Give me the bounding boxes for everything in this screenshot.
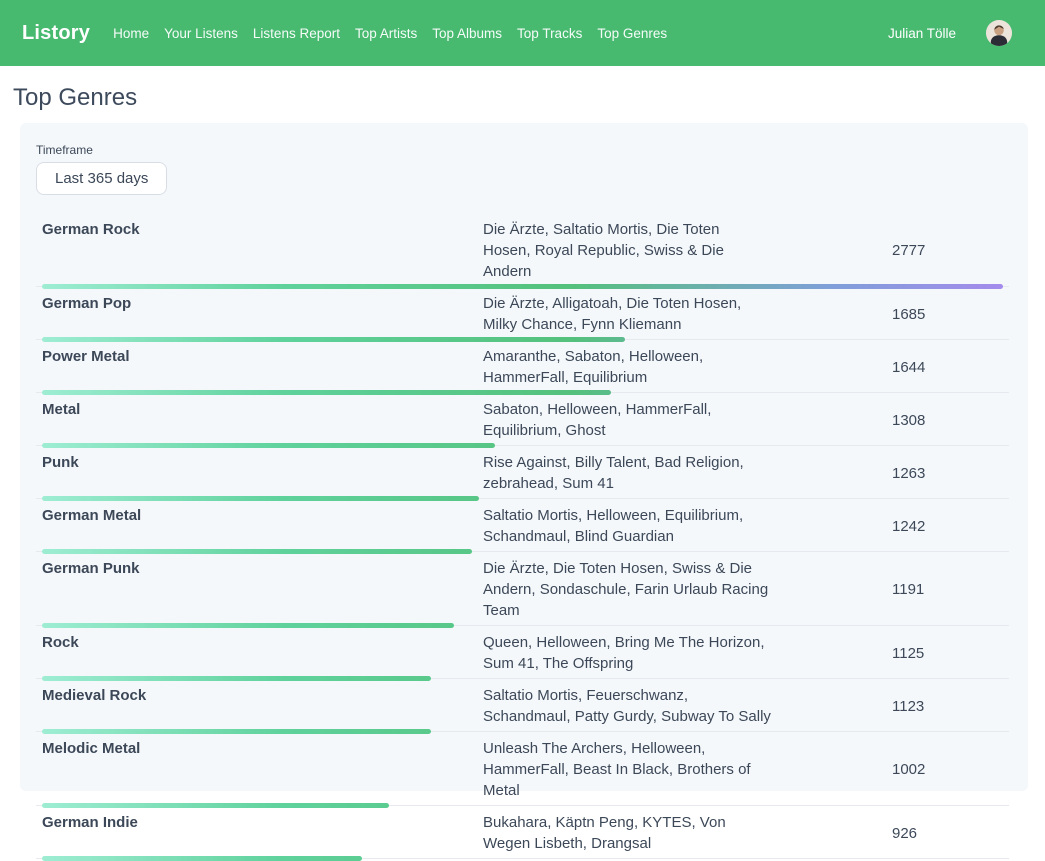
genre-artists: Bukahara, Käptn Peng, KYTES, Von Wegen L…	[483, 812, 775, 854]
genre-artists: Saltatio Mortis, Feuerschwanz, Schandmau…	[483, 685, 775, 727]
nav-item-home[interactable]: Home	[113, 26, 149, 41]
genre-name: Medieval Rock	[42, 685, 483, 727]
genre-count: 926	[775, 825, 1009, 842]
genre-artists: Queen, Helloween, Bring Me The Horizon, …	[483, 632, 775, 674]
nav-item-top-tracks[interactable]: Top Tracks	[517, 26, 582, 41]
genre-artists: Sabaton, Helloween, HammerFall, Equilibr…	[483, 399, 775, 441]
user-menu: Julian Tölle	[888, 20, 1012, 46]
genre-count: 1308	[775, 412, 1009, 429]
table-row: Punk Rise Against, Billy Talent, Bad Rel…	[36, 446, 1009, 499]
table-row: Melodic Metal Unleash The Archers, Hello…	[36, 732, 1009, 806]
genre-artists: Unleash The Archers, Helloween, HammerFa…	[483, 738, 775, 801]
table-row: Rock Queen, Helloween, Bring Me The Hori…	[36, 626, 1009, 679]
table-row: German Rock Die Ärzte, Saltatio Mortis, …	[36, 213, 1009, 287]
genre-count: 1191	[775, 581, 1009, 598]
genre-artists: Die Ärzte, Die Toten Hosen, Swiss & Die …	[483, 558, 775, 621]
nav-item-top-genres[interactable]: Top Genres	[597, 26, 667, 41]
genre-count: 1242	[775, 518, 1009, 535]
page-title: Top Genres	[13, 84, 1045, 112]
user-name: Julian Tölle	[888, 26, 956, 41]
genre-name: German Punk	[42, 558, 483, 621]
nav-item-top-artists[interactable]: Top Artists	[355, 26, 417, 41]
top-genres-card: Timeframe Last 365 days German Rock Die …	[20, 123, 1028, 791]
genre-name: Melodic Metal	[42, 738, 483, 801]
genre-count: 1263	[775, 465, 1009, 482]
genre-artists: Die Ärzte, Saltatio Mortis, Die Toten Ho…	[483, 219, 775, 282]
table-row: Medieval Rock Saltatio Mortis, Feuerschw…	[36, 679, 1009, 732]
nav-item-listens-report[interactable]: Listens Report	[253, 26, 340, 41]
table-row: German Pop Die Ärzte, Alligatoah, Die To…	[36, 287, 1009, 340]
genre-name: German Pop	[42, 293, 483, 335]
genre-name: Power Metal	[42, 346, 483, 388]
genre-artists: Amaranthe, Sabaton, Helloween, HammerFal…	[483, 346, 775, 388]
main-nav: Home Your Listens Listens Report Top Artist…	[113, 26, 888, 41]
genre-count: 1125	[775, 645, 1009, 662]
genre-progress-bar	[42, 856, 362, 861]
timeframe-select[interactable]: Last 365 days	[36, 162, 167, 195]
app-header: Listory Home Your Listens Listens Report To…	[0, 0, 1045, 66]
genre-name: Rock	[42, 632, 483, 674]
table-row: Power Metal Amaranthe, Sabaton, Hellowee…	[36, 340, 1009, 393]
genre-count: 1002	[775, 761, 1009, 778]
table-row: German Indie Bukahara, Käptn Peng, KYTES…	[36, 806, 1009, 859]
table-row: German Punk Die Ärzte, Die Toten Hosen, …	[36, 552, 1009, 626]
genre-artists: Die Ärzte, Alligatoah, Die Toten Hosen, …	[483, 293, 775, 335]
table-row: German Metal Saltatio Mortis, Helloween,…	[36, 499, 1009, 552]
nav-item-your-listens[interactable]: Your Listens	[164, 26, 238, 41]
genre-count: 1644	[775, 359, 1009, 376]
brand-logo[interactable]: Listory	[22, 22, 90, 45]
genres-table: German Rock Die Ärzte, Saltatio Mortis, …	[36, 213, 1009, 859]
user-avatar-icon[interactable]	[986, 20, 1012, 46]
nav-item-top-albums[interactable]: Top Albums	[432, 26, 502, 41]
genre-artists: Saltatio Mortis, Helloween, Equilibrium,…	[483, 505, 775, 547]
genre-count: 1123	[775, 698, 1009, 715]
genre-count: 2777	[775, 242, 1009, 259]
genre-name: Punk	[42, 452, 483, 494]
genre-progress-track	[42, 856, 1003, 861]
table-row: Metal Sabaton, Helloween, HammerFall, Eq…	[36, 393, 1009, 446]
genre-name: German Indie	[42, 812, 483, 854]
genre-name: Metal	[42, 399, 483, 441]
genre-count: 1685	[775, 306, 1009, 323]
genre-name: German Rock	[42, 219, 483, 282]
genre-artists: Rise Against, Billy Talent, Bad Religion…	[483, 452, 775, 494]
genre-name: German Metal	[42, 505, 483, 547]
timeframe-label: Timeframe	[36, 143, 1009, 157]
